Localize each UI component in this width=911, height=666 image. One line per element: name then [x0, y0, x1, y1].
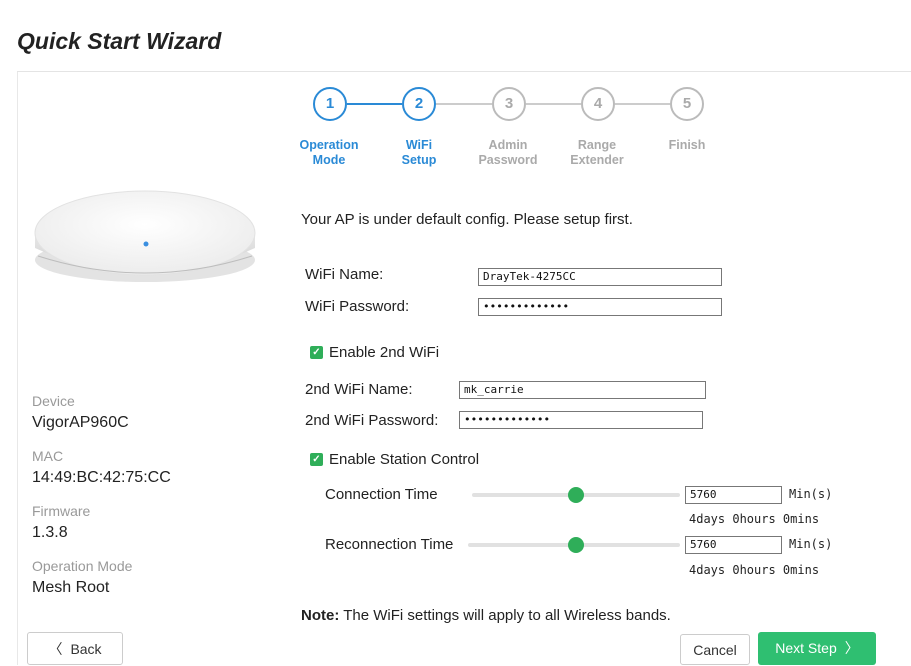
title-divider	[17, 71, 911, 72]
step-label-5: Finish	[668, 138, 706, 152]
step-label-2: WiFi Setup	[401, 138, 437, 167]
reconnection-time-label: Reconnection Time	[325, 536, 454, 553]
connection-time-slider-thumb[interactable]	[568, 487, 584, 503]
wifi-password-input[interactable]: •••••••••••••	[478, 298, 722, 316]
wifi-name-input[interactable]: DrayTek-4275CC	[478, 268, 722, 286]
step-circle-1[interactable]: 1	[313, 87, 347, 121]
cancel-button[interactable]: Cancel	[680, 634, 750, 665]
reconnection-time-slider-thumb[interactable]	[568, 537, 584, 553]
step-connector-4	[615, 103, 670, 105]
step-label-1: Operation Mode	[299, 138, 359, 167]
step-connector-3	[526, 103, 581, 105]
enable-station-control-label: Enable Station Control	[329, 451, 480, 468]
wifi2-name-label: 2nd WiFi Name:	[305, 381, 413, 398]
enable-station-control-checkbox[interactable]: ✓	[310, 453, 323, 466]
operation-mode-value: Mesh Root	[32, 579, 110, 596]
enable-2nd-wifi-checkbox[interactable]: ✓	[310, 346, 323, 359]
connection-time-desc: 4days 0hours 0mins	[689, 512, 820, 526]
note-text: Note: The WiFi settings will apply to al…	[301, 607, 671, 624]
page-title: Quick Start Wizard	[17, 28, 222, 54]
step-circle-2[interactable]: 2	[402, 87, 436, 121]
step-label-3: Admin Password	[478, 138, 538, 167]
device-value: VigorAP960C	[32, 414, 129, 431]
step-label-4: Range Extender	[570, 138, 624, 167]
access-point-image	[34, 190, 256, 282]
connection-time-label: Connection Time	[325, 486, 438, 503]
operation-mode-label: Operation Mode	[32, 558, 133, 574]
left-border	[17, 72, 18, 665]
step-circle-3[interactable]: 3	[492, 87, 526, 121]
wifi-name-label: WiFi Name:	[305, 266, 384, 283]
chevron-left-icon: 〈	[48, 641, 63, 657]
mac-label: MAC	[32, 448, 64, 464]
step-circle-4[interactable]: 4	[581, 87, 615, 121]
reconnection-time-unit: Min(s)	[789, 537, 833, 551]
step-connector-2	[436, 103, 492, 105]
wifi2-password-label: 2nd WiFi Password:	[305, 412, 439, 429]
mac-value: 14:49:BC:42:75:CC	[32, 469, 171, 486]
chevron-right-icon: 〉	[844, 640, 859, 656]
wifi2-name-input[interactable]: mk_carrie	[459, 381, 706, 399]
wifi2-password-input[interactable]: •••••••••••••	[459, 411, 703, 429]
back-button[interactable]: 〈 Back	[27, 632, 123, 665]
step-circle-5[interactable]: 5	[670, 87, 704, 121]
reconnection-time-desc: 4days 0hours 0mins	[689, 563, 820, 577]
connection-time-unit: Min(s)	[789, 487, 833, 501]
intro-text: Your AP is under default config. Please …	[301, 211, 633, 228]
next-step-button[interactable]: Next Step 〉	[758, 632, 876, 665]
connection-time-input[interactable]: 5760	[685, 486, 782, 504]
enable-2nd-wifi-label: Enable 2nd WiFi	[329, 344, 440, 361]
reconnection-time-input[interactable]: 5760	[685, 536, 782, 554]
step-connector-1	[347, 103, 402, 105]
firmware-value: 1.3.8	[32, 524, 68, 541]
firmware-label: Firmware	[32, 503, 91, 519]
device-label: Device	[32, 393, 75, 409]
wifi-password-label: WiFi Password:	[305, 298, 410, 315]
